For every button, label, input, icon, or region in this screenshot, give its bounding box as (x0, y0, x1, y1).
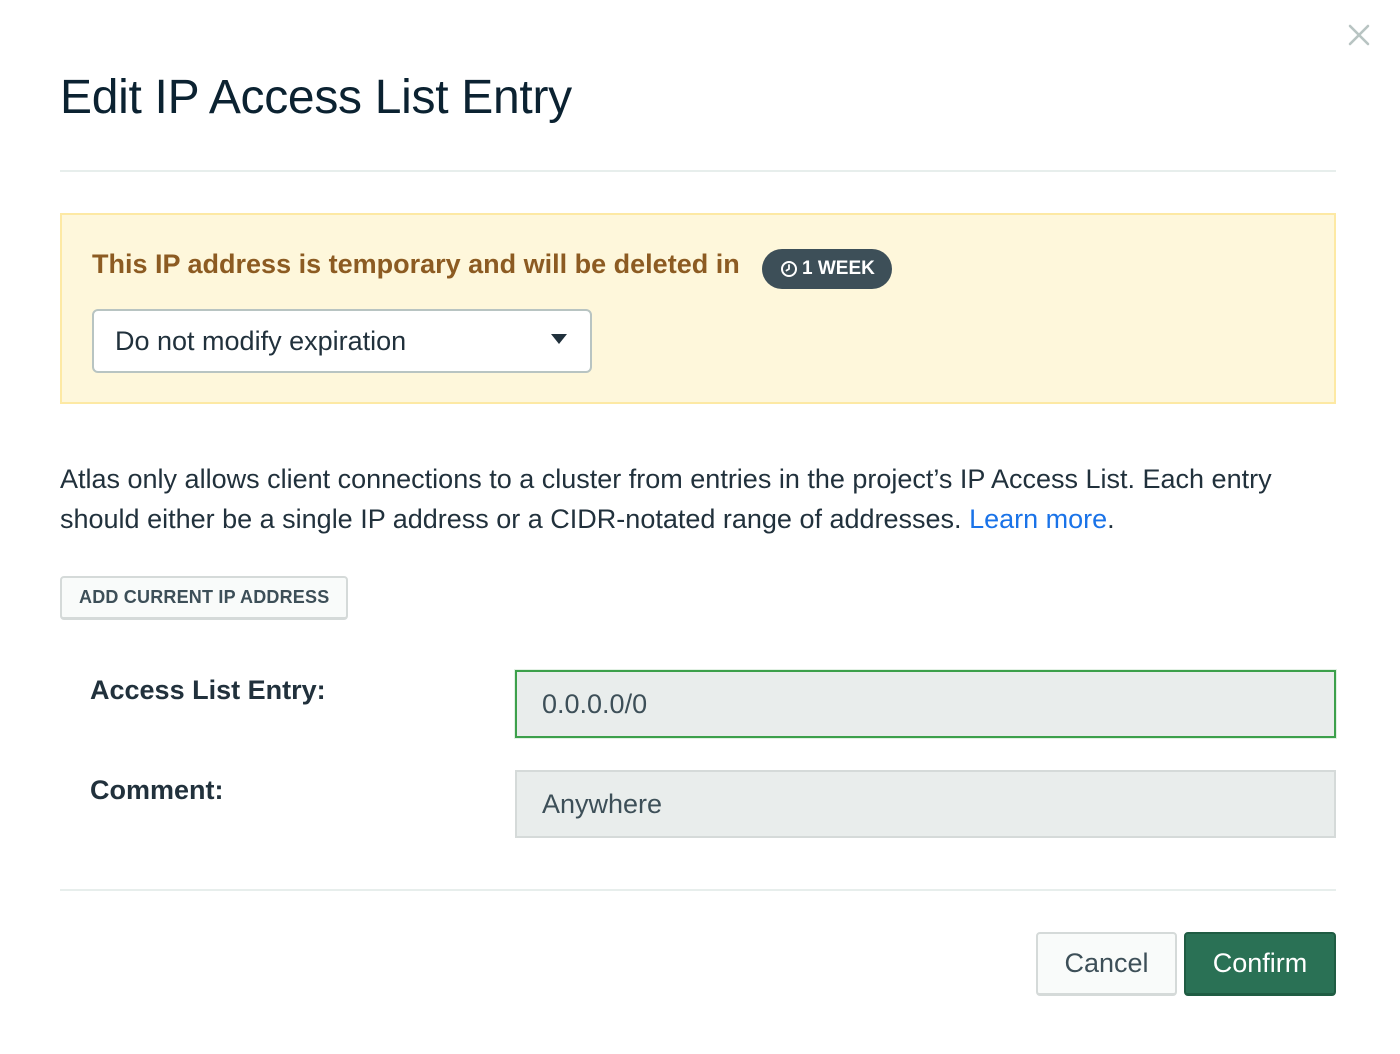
footer-divider (60, 889, 1336, 891)
comment-input[interactable] (515, 770, 1336, 838)
edit-ip-access-list-modal: Edit IP Access List Entry This IP addres… (0, 0, 1400, 1054)
caret-down-icon (551, 334, 567, 344)
modal-title: Edit IP Access List Entry (60, 71, 572, 124)
temporary-ip-warning: This IP address is temporary and will be… (60, 213, 1336, 404)
comment-label: Comment: (90, 775, 224, 805)
close-icon (1348, 24, 1370, 46)
access-list-entry-label: Access List Entry: (90, 675, 326, 705)
add-current-ip-button[interactable]: ADD CURRENT IP ADDRESS (60, 576, 349, 620)
description-trailing: . (1107, 504, 1115, 534)
cancel-button[interactable]: Cancel (1036, 932, 1177, 996)
close-button[interactable] (1344, 18, 1374, 52)
warning-text: This IP address is temporary and will be… (92, 249, 740, 279)
expiration-badge: 1 WEEK (762, 249, 892, 289)
expiration-badge-label: 1 WEEK (802, 258, 875, 279)
expiration-select-value: Do not modify expiration (115, 325, 407, 356)
header-divider (60, 170, 1336, 172)
access-list-description: Atlas only allows client connections to … (60, 459, 1350, 539)
expiration-select[interactable]: Do not modify expiration (92, 309, 592, 373)
clock-icon (781, 261, 797, 277)
access-list-entry-input[interactable] (515, 670, 1336, 738)
learn-more-link[interactable]: Learn more (969, 504, 1107, 534)
confirm-button[interactable]: Confirm (1184, 932, 1336, 996)
